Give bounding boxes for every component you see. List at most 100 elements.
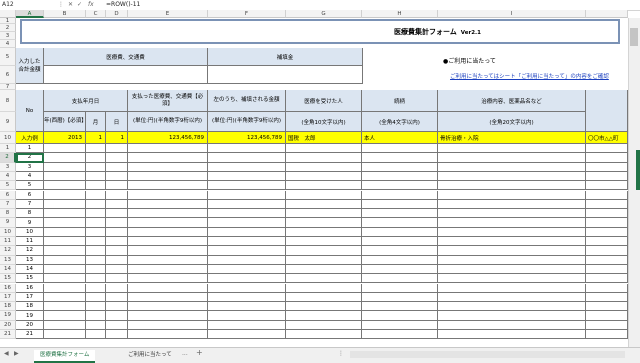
data-cell[interactable] (128, 302, 208, 312)
data-cell[interactable] (86, 274, 106, 284)
row-number-cell[interactable]: 12 (16, 246, 44, 256)
data-cell[interactable] (128, 311, 208, 321)
data-cell[interactable] (286, 181, 362, 191)
data-cell[interactable] (586, 218, 628, 228)
data-cell[interactable] (44, 190, 86, 200)
row-header[interactable]: 17 (0, 292, 16, 303)
data-cell[interactable] (106, 311, 128, 321)
data-cell[interactable] (128, 190, 208, 200)
row-header[interactable]: 4 (0, 171, 16, 182)
data-cell[interactable] (208, 153, 286, 163)
data-cell[interactable] (438, 274, 586, 284)
data-cell[interactable] (438, 171, 586, 182)
row-number-cell[interactable]: 4 (16, 171, 44, 182)
row-header[interactable]: 6 (0, 66, 16, 84)
data-cell[interactable] (438, 209, 586, 219)
data-cell[interactable] (286, 274, 362, 284)
data-cell[interactable] (208, 162, 286, 172)
data-cell[interactable] (286, 199, 362, 210)
data-cell[interactable] (208, 246, 286, 256)
data-cell[interactable] (208, 330, 286, 340)
data-cell[interactable] (86, 209, 106, 219)
data-cell[interactable] (106, 227, 128, 237)
row-header[interactable]: 14 (0, 264, 16, 275)
data-cell[interactable] (362, 237, 438, 247)
data-cell[interactable] (128, 218, 208, 228)
data-cell[interactable] (286, 190, 362, 200)
data-cell[interactable] (106, 218, 128, 228)
data-cell[interactable] (128, 144, 208, 154)
data-cell[interactable] (86, 153, 106, 163)
row-header[interactable]: 3 (0, 32, 16, 40)
data-cell[interactable] (438, 218, 586, 228)
data-cell[interactable] (44, 330, 86, 340)
data-cell[interactable] (286, 209, 362, 219)
name-box[interactable]: A12 (2, 1, 54, 8)
data-cell[interactable] (128, 283, 208, 293)
row-number-cell[interactable]: 13 (16, 255, 44, 265)
data-cell[interactable] (208, 199, 286, 210)
data-cell[interactable] (286, 227, 362, 237)
data-cell[interactable] (106, 330, 128, 340)
data-cell[interactable] (106, 264, 128, 275)
row-header[interactable]: 5 (0, 181, 16, 191)
data-cell[interactable] (586, 292, 628, 303)
total-medical-value[interactable] (44, 66, 208, 84)
data-cell[interactable] (106, 255, 128, 265)
data-cell[interactable] (438, 246, 586, 256)
row-number-cell[interactable]: 9 (16, 218, 44, 228)
row-number-cell[interactable]: 6 (16, 190, 44, 200)
data-cell[interactable] (86, 237, 106, 247)
data-cell[interactable] (362, 153, 438, 163)
row-number-cell[interactable]: 7 (16, 199, 44, 210)
data-cell[interactable] (286, 330, 362, 340)
data-cell[interactable] (586, 162, 628, 172)
data-cell[interactable] (128, 255, 208, 265)
data-cell[interactable] (44, 181, 86, 191)
row-number-cell[interactable]: 19 (16, 311, 44, 321)
data-cell[interactable] (286, 246, 362, 256)
data-cell[interactable] (586, 255, 628, 265)
data-cell[interactable] (286, 255, 362, 265)
row-header[interactable]: 5 (0, 48, 16, 66)
data-cell[interactable] (128, 227, 208, 237)
data-cell[interactable] (128, 209, 208, 219)
data-cell[interactable] (362, 199, 438, 210)
data-cell[interactable] (86, 246, 106, 256)
example-extra[interactable]: 〇〇市△△町 (586, 132, 628, 144)
data-cell[interactable] (286, 162, 362, 172)
data-cell[interactable] (438, 320, 586, 330)
data-cell[interactable] (438, 330, 586, 340)
column-header-i[interactable]: I (438, 10, 586, 18)
usage-link[interactable]: ご利用に当たってはシート「ご利用に当たって」の内容をご確認 (450, 72, 609, 80)
data-cell[interactable] (44, 302, 86, 312)
data-cell[interactable] (586, 181, 628, 191)
row-header[interactable]: 2 (0, 24, 16, 32)
data-cell[interactable] (44, 320, 86, 330)
data-cell[interactable] (106, 292, 128, 303)
data-cell[interactable] (208, 292, 286, 303)
data-cell[interactable] (44, 171, 86, 182)
formula-input[interactable]: =ROW()-11 (106, 1, 140, 8)
data-cell[interactable] (438, 302, 586, 312)
example-year[interactable]: 2013 (44, 132, 86, 144)
data-cell[interactable] (586, 199, 628, 210)
row-header[interactable]: 11 (0, 237, 16, 247)
column-header-g[interactable]: G (286, 10, 362, 18)
row-number-cell[interactable]: 14 (16, 264, 44, 275)
data-cell[interactable] (86, 311, 106, 321)
data-cell[interactable] (128, 162, 208, 172)
row-header[interactable]: 10 (0, 132, 16, 144)
data-cell[interactable] (286, 264, 362, 275)
data-cell[interactable] (438, 292, 586, 303)
tab-medical-form[interactable]: 医療費集計フォーム (34, 350, 96, 363)
data-cell[interactable] (362, 255, 438, 265)
data-cell[interactable] (44, 144, 86, 154)
tab-usage[interactable]: ご利用に当たって (122, 350, 178, 361)
data-cell[interactable] (86, 302, 106, 312)
data-cell[interactable] (44, 209, 86, 219)
data-cell[interactable] (106, 302, 128, 312)
more-tabs-icon[interactable]: ... (182, 350, 188, 357)
example-paid[interactable]: 123,456,789 (128, 132, 208, 144)
example-day[interactable]: 1 (106, 132, 128, 144)
